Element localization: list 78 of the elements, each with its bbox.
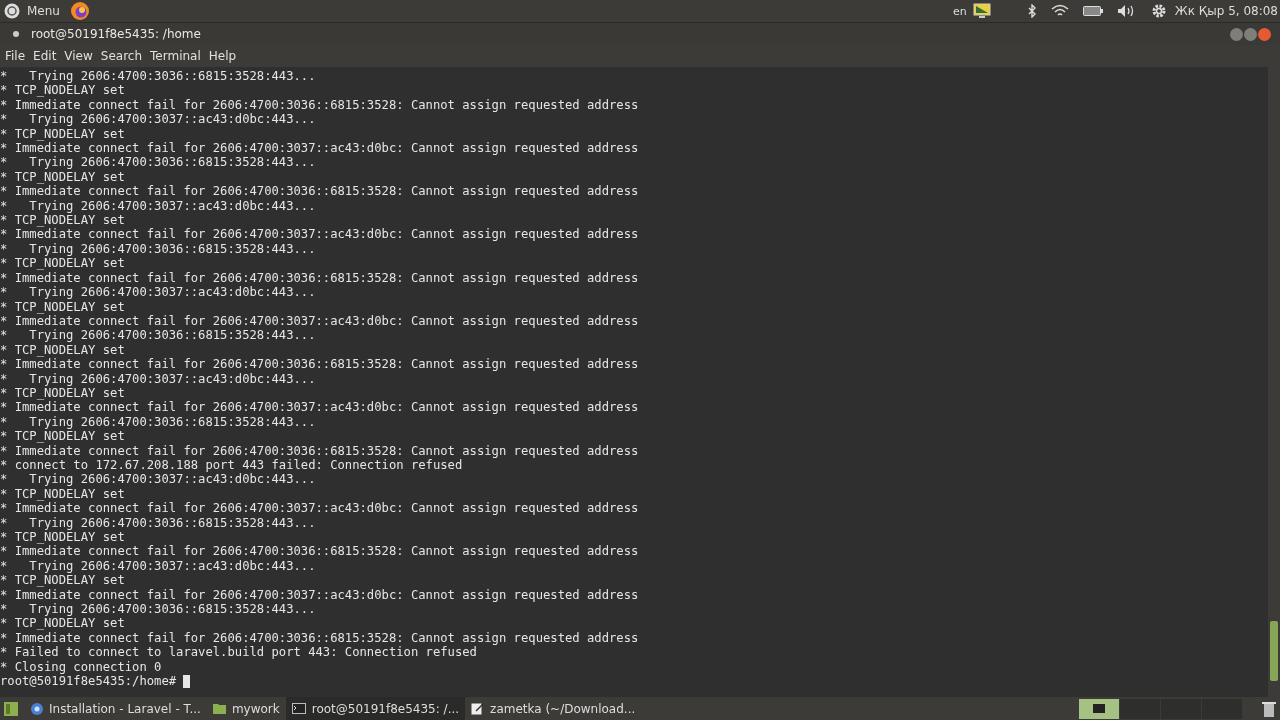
menu-button[interactable]: Menu bbox=[4, 3, 60, 19]
taskbar-item[interactable]: root@50191f8e5435: /... bbox=[285, 697, 466, 720]
battery-icon[interactable] bbox=[1082, 6, 1103, 16]
terminal-line: * Immediate connect fail for 2606:4700:3037::ac43:d0bc: Cannot assign requested address bbox=[0, 141, 640, 156]
keyboard-layout[interactable]: en bbox=[953, 4, 967, 18]
workspace-button[interactable] bbox=[1079, 698, 1119, 719]
taskbar-item[interactable]: Installation - Laravel - T... bbox=[25, 697, 207, 720]
terminal-line: * Failed to connect to laravel.build port 443: Connection refused bbox=[0, 645, 478, 660]
browser-icon bbox=[31, 702, 43, 715]
menu-item[interactable]: View bbox=[60, 49, 97, 63]
terminal-line: * Trying 2606:4700:3036::6815:3528:443... bbox=[0, 602, 317, 617]
terminal-line: * Immediate connect fail for 2606:4700:3036::6815:3528: Cannot assign requested address bbox=[0, 544, 640, 559]
show-desktop-icon[interactable] bbox=[4, 701, 18, 716]
window-title: root@50191f8e5435: /home bbox=[31, 27, 201, 41]
terminal-line: * Trying 2606:4700:3036::6815:3528:443... bbox=[0, 414, 317, 430]
minimize-button[interactable] bbox=[1230, 27, 1243, 41]
shell-prompt: root@50191f8e5435:/home# bbox=[0, 674, 177, 689]
terminal-line: * Trying 2606:4700:3036::6815:3528:443... bbox=[0, 69, 317, 84]
terminal-line: * connect to 172.67.208.188 port 443 failed: Connection refused bbox=[0, 457, 463, 473]
terminal-line: * TCP_NODELAY set bbox=[0, 530, 126, 545]
terminal-line: * TCP_NODELAY set bbox=[0, 429, 126, 444]
menu-item[interactable]: Edit bbox=[29, 49, 61, 63]
terminal-line: * Immediate connect fail for 2606:4700:3036::6815:3528: Cannot assign requested address bbox=[0, 357, 640, 372]
bluetooth-icon[interactable] bbox=[1026, 4, 1037, 18]
text-cursor bbox=[183, 674, 191, 688]
menu-item[interactable]: File bbox=[1, 49, 30, 63]
folder-icon bbox=[212, 703, 226, 714]
terminal-line: * TCP_NODELAY set bbox=[0, 486, 126, 502]
terminal-line: * TCP_NODELAY set bbox=[0, 385, 126, 401]
terminal-line: * Immediate connect fail for 2606:4700:3037::ac43:d0bc: Cannot assign requested address bbox=[0, 587, 640, 603]
taskbar-item[interactable]: zametka (~/Download... bbox=[465, 697, 642, 720]
terminal-line: * Immediate connect fail for 2606:4700:3036::6815:3528: Cannot assign requested address bbox=[0, 184, 640, 199]
terminal-line: * Immediate connect fail for 2606:4700:3036::6815:3528: Cannot assign requested address bbox=[0, 630, 640, 646]
terminal-line: * TCP_NODELAY set bbox=[0, 83, 126, 98]
close-button[interactable] bbox=[1258, 27, 1271, 41]
terminal-line: * Immediate connect fail for 2606:4700:3037::ac43:d0bc: Cannot assign requested address bbox=[0, 400, 640, 415]
terminal-line: * Trying 2606:4700:3037::ac43:d0bc:443... bbox=[0, 198, 317, 214]
terminal-line: * Trying 2606:4700:3036::6815:3528:443... bbox=[0, 155, 317, 170]
window-dot-icon bbox=[13, 31, 19, 37]
document-edit-icon bbox=[471, 702, 485, 715]
terminal-line: * Closing connection 0 bbox=[0, 659, 163, 675]
trash-icon[interactable] bbox=[1262, 700, 1276, 717]
terminal-line: * Trying 2606:4700:3037::ac43:d0bc:443... bbox=[0, 371, 317, 386]
terminal-line: * Immediate connect fail for 2606:4700:3037::ac43:d0bc: Cannot assign requested address bbox=[0, 501, 640, 516]
scrollbar-thumb[interactable] bbox=[1270, 621, 1278, 681]
terminal-line: * Immediate connect fail for 2606:4700:3036::6815:3528: Cannot assign requested address bbox=[0, 270, 640, 286]
maximize-button[interactable] bbox=[1244, 27, 1257, 41]
menu-item[interactable]: Search bbox=[96, 49, 147, 63]
terminal-icon bbox=[1093, 704, 1105, 713]
terminal-line: * TCP_NODELAY set bbox=[0, 169, 126, 185]
menu-icon bbox=[4, 3, 20, 19]
terminal-line: * TCP_NODELAY set bbox=[0, 616, 126, 631]
terminal-line: * Trying 2606:4700:3037::ac43:d0bc:443... bbox=[0, 285, 317, 300]
terminal-line: * Trying 2606:4700:3037::ac43:d0bc:443... bbox=[0, 558, 317, 574]
terminal-line: * Immediate connect fail for 2606:4700:3036::6815:3528: Cannot assign requested address bbox=[0, 443, 640, 458]
taskbar-item[interactable]: mywork bbox=[206, 697, 286, 720]
terminal-line: * TCP_NODELAY set bbox=[0, 213, 126, 228]
terminal-line: * TCP_NODELAY set bbox=[0, 126, 126, 142]
terminal-line: * TCP_NODELAY set bbox=[0, 573, 126, 588]
terminal-line: * Immediate connect fail for 2606:4700:3037::ac43:d0bc: Cannot assign requested address bbox=[0, 313, 640, 329]
terminal-icon bbox=[291, 703, 306, 714]
menu-item[interactable]: Terminal bbox=[146, 49, 205, 63]
terminal-line: * TCP_NODELAY set bbox=[0, 299, 126, 314]
terminal-line: * TCP_NODELAY set bbox=[0, 256, 126, 271]
terminal-line: * Trying 2606:4700:3037::ac43:d0bc:443... bbox=[0, 112, 317, 127]
terminal-line: * Trying 2606:4700:3036::6815:3528:443... bbox=[0, 515, 317, 530]
clock[interactable]: Жк Қыр 5, 08:08 bbox=[1174, 4, 1278, 18]
terminal-line: * Immediate connect fail for 2606:4700:3036::6815:3528: Cannot assign requested address bbox=[0, 97, 640, 113]
menu-item[interactable]: Help bbox=[204, 49, 241, 63]
settings-icon[interactable] bbox=[1150, 3, 1167, 19]
firefox-icon[interactable] bbox=[69, 1, 90, 21]
terminal-line: * Trying 2606:4700:3036::6815:3528:443... bbox=[0, 241, 317, 257]
wifi-icon[interactable] bbox=[1050, 4, 1069, 18]
terminal-line: * Trying 2606:4700:3037::ac43:d0bc:443... bbox=[0, 472, 317, 487]
terminal-line: * TCP_NODELAY set bbox=[0, 342, 126, 358]
monitor-icon[interactable] bbox=[972, 3, 991, 19]
terminal-line: * Trying 2606:4700:3036::6815:3528:443... bbox=[0, 328, 317, 343]
terminal-line: * Immediate connect fail for 2606:4700:3037::ac43:d0bc: Cannot assign requested address bbox=[0, 227, 640, 242]
